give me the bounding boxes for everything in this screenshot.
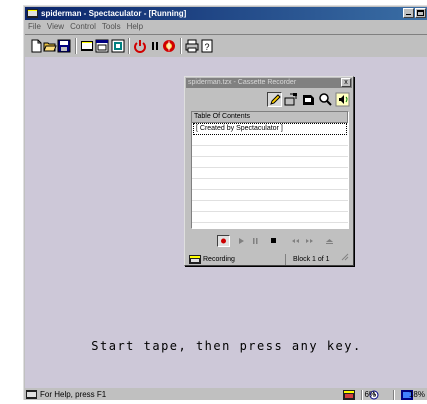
save-icon[interactable] xyxy=(57,39,71,53)
new-icon[interactable] xyxy=(29,39,43,53)
screenshot-icon[interactable] xyxy=(111,39,125,53)
power-icon[interactable] xyxy=(133,39,147,53)
toc-empty-row xyxy=(192,168,348,179)
tape-icon[interactable] xyxy=(162,39,176,53)
table-of-contents[interactable]: Table Of Contents [ Created by Spectacul… xyxy=(191,111,349,229)
speaker-icon[interactable] xyxy=(335,92,350,107)
cassette-recorder-dialog: spiderman.tzx - Cassette Recorder x Tabl… xyxy=(184,76,354,266)
maximize-icon xyxy=(417,10,424,16)
tape-info-icon[interactable] xyxy=(284,92,299,107)
close-icon: x xyxy=(344,79,348,86)
status-bar: For Help, press F1 6% 18% xyxy=(25,389,427,401)
menu-file[interactable]: File xyxy=(25,21,44,33)
status-separator xyxy=(361,390,363,400)
stop-icon[interactable] xyxy=(267,235,280,247)
pause-tape-icon[interactable] xyxy=(249,235,262,247)
toc-row[interactable]: [ Created by Spectaculator ] xyxy=(193,123,347,135)
toc-empty-row xyxy=(192,223,348,228)
toc-header[interactable]: Table Of Contents xyxy=(192,112,348,123)
svg-text:?: ? xyxy=(204,42,209,52)
close-button[interactable]: x xyxy=(341,78,351,87)
toc-empty-row xyxy=(192,179,348,190)
resize-grip-icon[interactable] xyxy=(341,253,349,265)
edit-icon[interactable] xyxy=(267,92,282,107)
tape-status-icon[interactable] xyxy=(343,390,355,404)
transport-controls xyxy=(191,233,349,251)
rewind-icon[interactable] xyxy=(289,235,302,247)
menu-bar: File View Control Tools Help xyxy=(25,21,427,33)
status-separator xyxy=(393,390,395,400)
record-button[interactable] xyxy=(217,235,230,247)
recorder-status: Recording xyxy=(203,256,235,263)
cpu-readout: 18% xyxy=(408,390,425,399)
app-icon xyxy=(27,9,38,18)
eject-icon[interactable] xyxy=(323,235,336,247)
pause-icon[interactable] xyxy=(148,39,162,53)
minimize-button[interactable] xyxy=(403,8,414,18)
open-icon[interactable] xyxy=(43,39,57,53)
recording-icon xyxy=(189,255,201,268)
play-icon[interactable] xyxy=(235,235,248,247)
toc-empty-row xyxy=(192,157,348,168)
print-icon[interactable] xyxy=(185,39,199,53)
fullscreen-icon[interactable] xyxy=(80,39,94,53)
status-help: For Help, press F1 xyxy=(40,390,107,399)
fast-forward-icon[interactable] xyxy=(303,235,316,247)
recorder-title-bar[interactable]: spiderman.tzx - Cassette Recorder x xyxy=(186,78,352,88)
toolbar-separator xyxy=(75,38,77,54)
menu-control[interactable]: Control xyxy=(67,21,99,33)
find-icon[interactable] xyxy=(318,92,333,107)
recorder-title: spiderman.tzx - Cassette Recorder xyxy=(188,79,297,86)
speed-readout: 6% xyxy=(364,390,376,399)
window-icon[interactable] xyxy=(95,39,109,53)
menu-view[interactable]: View xyxy=(44,21,67,33)
app-status-icon xyxy=(26,390,37,403)
toc-empty-row xyxy=(192,135,348,146)
toolbar-separator xyxy=(128,38,130,54)
toolbar-separator xyxy=(180,38,182,54)
toc-empty-row xyxy=(192,212,348,223)
tape-message: Start tape, then press any key. xyxy=(91,339,362,353)
help-icon[interactable]: ? xyxy=(200,39,214,53)
toc-empty-row xyxy=(192,190,348,201)
insert-block-icon[interactable] xyxy=(301,92,316,107)
window-title: spiderman - Spectaculator - [Running] xyxy=(41,9,187,18)
toolbar: ? xyxy=(25,34,427,58)
minimize-icon xyxy=(406,14,411,15)
recorder-status-bar: Recording Block 1 of 1 xyxy=(189,253,349,268)
menu-tools[interactable]: Tools xyxy=(99,21,124,33)
menu-help[interactable]: Help xyxy=(124,21,146,33)
title-bar[interactable]: spiderman - Spectaculator - [Running] xyxy=(25,7,427,20)
recorder-toolbar xyxy=(265,92,350,108)
maximize-button[interactable] xyxy=(415,8,426,18)
toc-empty-row xyxy=(192,146,348,157)
toc-empty-row xyxy=(192,201,348,212)
